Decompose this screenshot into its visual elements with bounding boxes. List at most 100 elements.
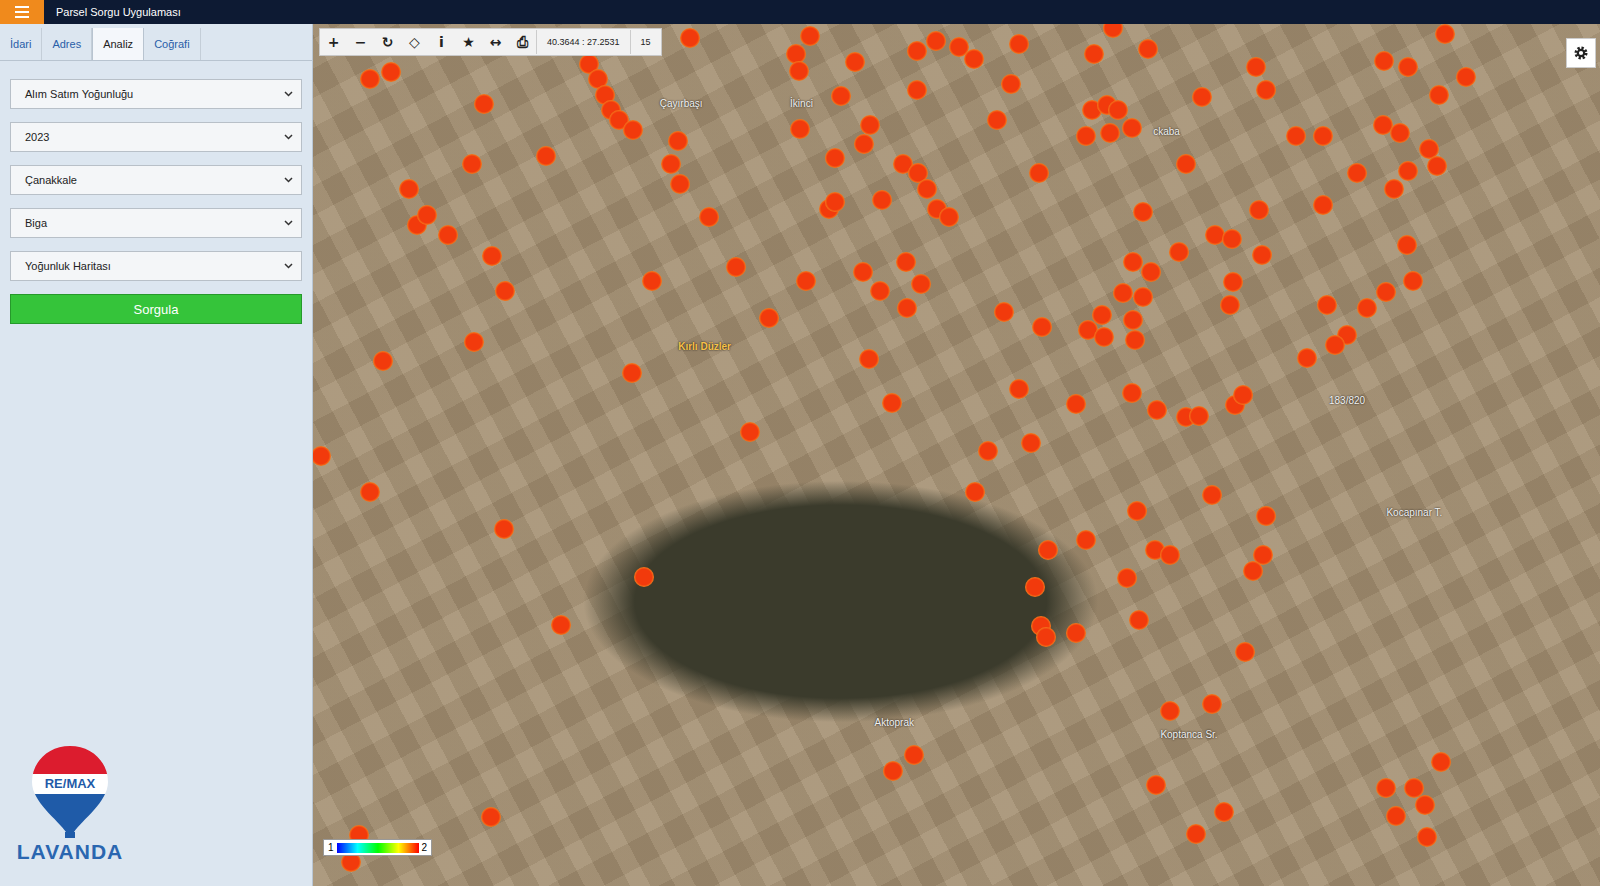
density-dot[interactable] xyxy=(1147,400,1167,420)
density-dot[interactable] xyxy=(1084,44,1104,64)
density-dot[interactable] xyxy=(551,615,571,635)
density-dot[interactable] xyxy=(1038,540,1058,560)
density-dot[interactable] xyxy=(623,120,643,140)
density-dot[interactable] xyxy=(438,225,458,245)
map-tool-button[interactable]: i xyxy=(428,30,455,54)
density-dot[interactable] xyxy=(1427,156,1447,176)
density-dot[interactable] xyxy=(1252,245,1272,265)
density-dot[interactable] xyxy=(1214,802,1234,822)
density-dot[interactable] xyxy=(642,271,662,291)
density-dot[interactable] xyxy=(1325,335,1345,355)
density-dot[interactable] xyxy=(1317,295,1337,315)
density-dot[interactable] xyxy=(1122,118,1142,138)
tab[interactable]: Adres xyxy=(42,28,92,60)
density-dot[interactable] xyxy=(1009,34,1029,54)
density-dot[interactable] xyxy=(896,252,916,272)
density-dot[interactable] xyxy=(474,94,494,114)
density-dot[interactable] xyxy=(1141,262,1161,282)
tab[interactable]: İdari xyxy=(0,28,42,60)
density-dot[interactable] xyxy=(897,298,917,318)
density-dot[interactable] xyxy=(1415,795,1435,815)
density-dot[interactable] xyxy=(978,441,998,461)
density-dot[interactable] xyxy=(1032,317,1052,337)
density-dot[interactable] xyxy=(494,519,514,539)
density-dot[interactable] xyxy=(1435,24,1455,44)
density-dot[interactable] xyxy=(1113,283,1133,303)
density-dot[interactable] xyxy=(926,31,946,51)
density-dot[interactable] xyxy=(1094,327,1114,347)
density-dot[interactable] xyxy=(1029,163,1049,183)
density-dot[interactable] xyxy=(1123,252,1143,272)
filter-select[interactable]: Çanakkale xyxy=(10,165,302,195)
density-dot[interactable] xyxy=(1313,126,1333,146)
density-dot[interactable] xyxy=(1286,126,1306,146)
density-dot[interactable] xyxy=(464,332,484,352)
density-dot[interactable] xyxy=(1021,433,1041,453)
map-tool-button[interactable]: ⎙ xyxy=(509,30,536,54)
density-dot[interactable] xyxy=(1189,406,1209,426)
density-dot[interactable] xyxy=(360,482,380,502)
density-dot[interactable] xyxy=(1202,694,1222,714)
density-dot[interactable] xyxy=(1146,775,1166,795)
density-dot[interactable] xyxy=(1127,501,1147,521)
density-dot[interactable] xyxy=(1347,163,1367,183)
density-dot[interactable] xyxy=(825,148,845,168)
density-dot[interactable] xyxy=(462,154,482,174)
map-tool-button[interactable]: ◇ xyxy=(401,30,428,54)
density-dot[interactable] xyxy=(796,271,816,291)
density-dot[interactable] xyxy=(381,62,401,82)
filter-select[interactable]: Alım Satım Yoğunluğu xyxy=(10,79,302,109)
density-dot[interactable] xyxy=(1125,330,1145,350)
density-dot[interactable] xyxy=(831,86,851,106)
density-dot[interactable] xyxy=(680,28,700,48)
density-dot[interactable] xyxy=(1390,123,1410,143)
density-dot[interactable] xyxy=(399,179,419,199)
density-dot[interactable] xyxy=(622,363,642,383)
density-dot[interactable] xyxy=(917,179,937,199)
density-dot[interactable] xyxy=(1222,229,1242,249)
density-dot[interactable] xyxy=(872,190,892,210)
density-dot[interactable] xyxy=(1076,530,1096,550)
density-dot[interactable] xyxy=(1025,577,1045,597)
density-dot[interactable] xyxy=(1256,506,1276,526)
density-dot[interactable] xyxy=(634,567,654,587)
density-dot[interactable] xyxy=(740,422,760,442)
density-dot[interactable] xyxy=(481,807,501,827)
density-dot[interactable] xyxy=(482,246,502,266)
density-dot[interactable] xyxy=(1431,752,1451,772)
density-dot[interactable] xyxy=(759,308,779,328)
density-dot[interactable] xyxy=(1009,379,1029,399)
density-dot[interactable] xyxy=(1249,200,1269,220)
density-dot[interactable] xyxy=(1376,282,1396,302)
density-dot[interactable] xyxy=(790,119,810,139)
density-dot[interactable] xyxy=(1133,287,1153,307)
density-dot[interactable] xyxy=(726,257,746,277)
density-dot[interactable] xyxy=(907,80,927,100)
density-dot[interactable] xyxy=(1133,202,1153,222)
density-dot[interactable] xyxy=(1066,623,1086,643)
density-dot[interactable] xyxy=(994,302,1014,322)
density-dot[interactable] xyxy=(1243,561,1263,581)
density-dot[interactable] xyxy=(661,154,681,174)
density-dot[interactable] xyxy=(882,393,902,413)
density-dot[interactable] xyxy=(1429,85,1449,105)
density-dot[interactable] xyxy=(1076,126,1096,146)
map-tool-button[interactable]: ↔ xyxy=(482,30,509,54)
map-tool-button[interactable]: ★ xyxy=(455,30,482,54)
density-dot[interactable] xyxy=(417,205,437,225)
density-dot[interactable] xyxy=(907,41,927,61)
density-dot[interactable] xyxy=(1202,485,1222,505)
density-dot[interactable] xyxy=(870,281,890,301)
density-dot[interactable] xyxy=(1313,195,1333,215)
density-dot[interactable] xyxy=(1108,100,1128,120)
menu-button[interactable] xyxy=(0,0,44,24)
density-dot[interactable] xyxy=(1397,235,1417,255)
density-dot[interactable] xyxy=(1456,67,1476,87)
density-dot[interactable] xyxy=(699,207,719,227)
density-dot[interactable] xyxy=(373,351,393,371)
tab[interactable]: Analiz xyxy=(92,28,144,60)
density-dot[interactable] xyxy=(1398,57,1418,77)
density-dot[interactable] xyxy=(1176,154,1196,174)
density-dot[interactable] xyxy=(825,192,845,212)
query-button[interactable]: Sorgula xyxy=(10,294,302,324)
